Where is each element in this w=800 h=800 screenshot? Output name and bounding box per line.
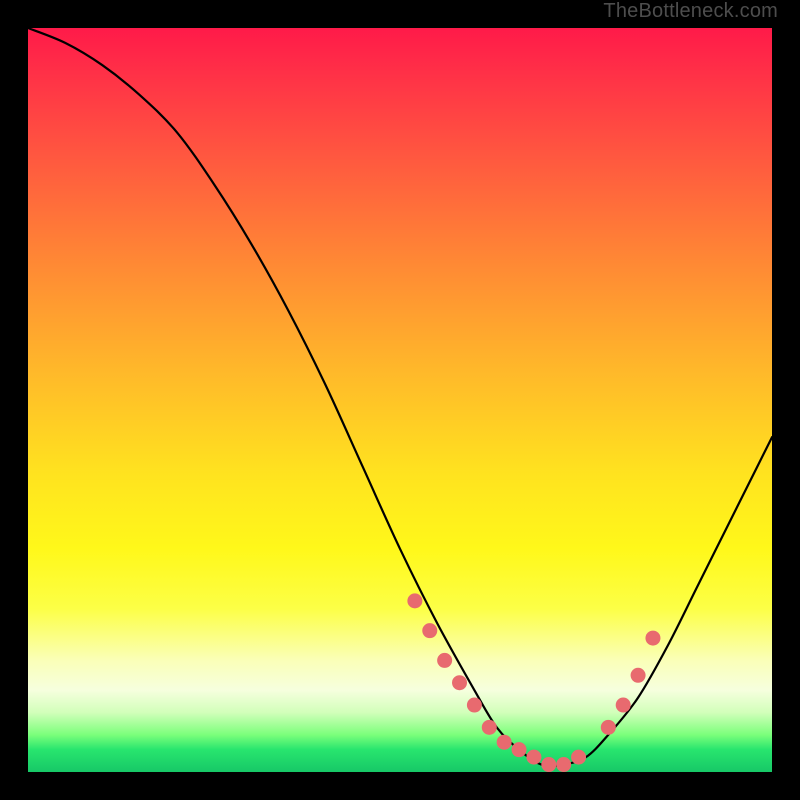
marker-point bbox=[571, 750, 586, 765]
marker-point bbox=[645, 631, 660, 646]
marker-point bbox=[601, 720, 616, 735]
marker-point bbox=[541, 757, 556, 772]
marker-point bbox=[407, 593, 422, 608]
marker-point bbox=[422, 623, 437, 638]
marker-point bbox=[556, 757, 571, 772]
marker-point bbox=[452, 675, 467, 690]
marker-point bbox=[526, 750, 541, 765]
watermark-text: TheBottleneck.com bbox=[603, 0, 778, 23]
curve-layer bbox=[28, 28, 772, 772]
highlight-markers bbox=[407, 593, 660, 772]
marker-point bbox=[482, 720, 497, 735]
marker-point bbox=[512, 742, 527, 757]
marker-point bbox=[616, 698, 631, 713]
marker-point bbox=[497, 735, 512, 750]
plot-area bbox=[28, 28, 772, 772]
chart-frame bbox=[20, 20, 780, 780]
marker-point bbox=[467, 698, 482, 713]
marker-point bbox=[437, 653, 452, 668]
bottleneck-curve bbox=[28, 28, 772, 766]
marker-point bbox=[631, 668, 646, 683]
